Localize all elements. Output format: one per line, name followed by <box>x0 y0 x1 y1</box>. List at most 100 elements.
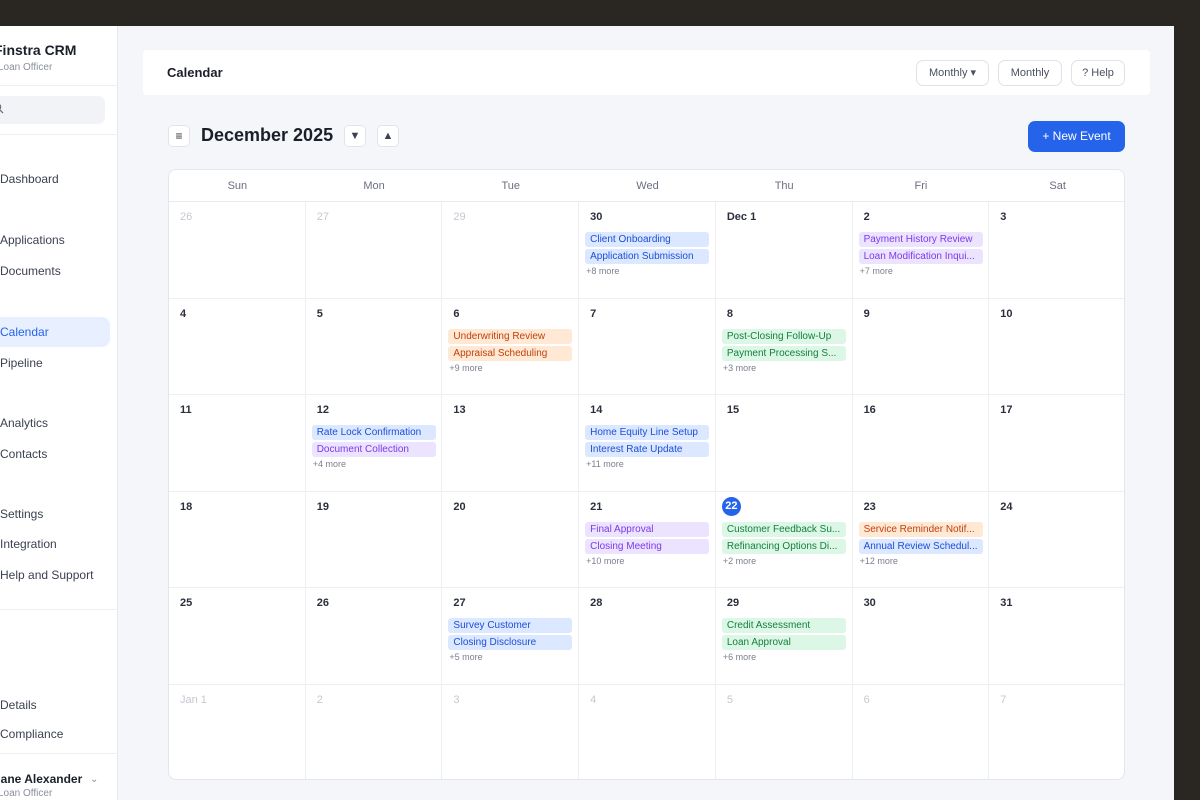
event-chip[interactable]: Closing Disclosure <box>448 635 573 650</box>
day-number: 4 <box>180 307 187 320</box>
user-profile[interactable]: Jane Alexander Loan Officer ⌄ <box>0 762 118 800</box>
more-events-link[interactable]: +9 more <box>449 363 482 373</box>
day-cell[interactable]: 7 <box>579 298 716 395</box>
event-chip[interactable]: Closing Meeting <box>585 538 710 554</box>
more-events-link[interactable]: +4 more <box>313 459 346 469</box>
more-events-link[interactable]: +2 more <box>723 556 756 566</box>
day-cell[interactable]: 28 <box>579 588 716 685</box>
day-cell[interactable]: 3 <box>442 684 580 779</box>
event-chip[interactable]: Rate Lock Confirmation <box>311 425 436 440</box>
event-chip[interactable]: Loan Approval <box>721 635 846 650</box>
event-chip[interactable]: Appraisal Scheduling <box>448 345 573 361</box>
day-cell[interactable]: Jan 1 <box>169 684 306 779</box>
menu-icon[interactable]: ≡ <box>168 125 190 147</box>
event-chip[interactable]: Document Collection <box>311 442 436 457</box>
day-cell[interactable]: Dec 1 <box>715 202 853 299</box>
day-cell[interactable]: 3 <box>989 202 1124 299</box>
day-cell[interactable]: 15 <box>715 395 853 492</box>
day-cell[interactable]: 12 Rate Lock Confirmation Document Collect… <box>305 395 443 492</box>
more-events-link[interactable]: +12 more <box>860 556 898 566</box>
more-events-link[interactable]: +7 more <box>860 266 893 276</box>
event-chip[interactable]: Service Reminder Notif... <box>858 521 983 537</box>
chevron-down-icon[interactable]: ⌄ <box>90 774 98 785</box>
event-chip[interactable]: Interest Rate Update <box>585 442 710 457</box>
day-cell[interactable]: 21 Final Approval Closing Meeting +10 more <box>579 491 716 588</box>
sidebar-item-calendar[interactable]: Calendar <box>0 317 110 347</box>
sidebar-item-details[interactable]: Details <box>0 690 110 720</box>
sidebar-search[interactable] <box>0 96 105 124</box>
day-cell[interactable]: 10 <box>989 299 1124 395</box>
day-cell[interactable]: 23 Service Reminder Notif... Annual Review… <box>852 491 990 588</box>
day-cell[interactable]: 4 <box>169 298 306 395</box>
event-chip[interactable]: Home Equity Line Setup <box>585 425 710 440</box>
day-cell[interactable]: 6 <box>853 684 990 779</box>
day-cell[interactable]: 27 Survey Customer Closing Disclosure +5 mo… <box>442 588 580 685</box>
day-cell[interactable]: 8 Post-Closing Follow-Up Payment Processin… <box>715 298 853 395</box>
sidebar-item-integration[interactable]: Integration <box>0 529 110 559</box>
sidebar-item-analytics[interactable]: Analytics <box>0 408 110 438</box>
day-cell[interactable]: 19 <box>305 491 443 588</box>
day-cell[interactable]: 2 Payment History Review Loan Modification… <box>852 202 990 299</box>
sidebar-item-settings[interactable]: Settings <box>0 499 110 529</box>
event-chip[interactable]: Annual Review Schedul... <box>858 538 983 554</box>
view-dropdown[interactable]: Monthly ▾ <box>916 60 989 86</box>
event-chip[interactable]: Underwriting Review <box>448 328 573 344</box>
sidebar-item-documents[interactable]: Documents <box>0 256 110 286</box>
event-chip[interactable]: Refinancing Options Di... <box>721 538 846 554</box>
day-cell[interactable]: 7 <box>989 685 1124 780</box>
new-event-button[interactable]: + New Event <box>1028 121 1125 152</box>
day-cell[interactable]: 5 <box>716 684 853 779</box>
day-cell[interactable]: 9 <box>852 298 990 395</box>
day-cell[interactable]: 24 <box>989 492 1124 588</box>
day-cell[interactable]: 20 <box>442 491 580 588</box>
sidebar-item-contacts[interactable]: Contacts <box>0 439 110 469</box>
day-cell[interactable]: 26 <box>305 588 443 685</box>
next-month-button[interactable]: ▲ <box>377 125 399 147</box>
event-chip[interactable]: Post-Closing Follow-Up <box>721 328 846 344</box>
day-cell[interactable]: 29 <box>442 202 580 299</box>
event-chip[interactable]: Survey Customer <box>448 618 573 633</box>
day-cell[interactable]: 17 <box>989 395 1124 492</box>
day-cell[interactable]: 26 <box>169 202 306 299</box>
day-cell[interactable]: 2 <box>306 684 443 779</box>
more-events-link[interactable]: +3 more <box>723 363 756 373</box>
day-cell[interactable]: 29 Credit Assessment Loan Approval +6 more <box>715 588 853 685</box>
day-cell[interactable]: 27 <box>305 202 443 299</box>
more-events-link[interactable]: +10 more <box>586 556 624 566</box>
event-chip[interactable]: Customer Feedback Su... <box>721 521 846 537</box>
day-cell[interactable]: 14 Home Equity Line Setup Interest Rate Up… <box>579 395 716 492</box>
sidebar-item-dashboard[interactable]: Dashboard <box>0 164 110 194</box>
event-chip[interactable]: Payment History Review <box>858 232 983 247</box>
day-cell[interactable]: 22 Customer Feedback Su... Refinancing Opt… <box>715 491 853 588</box>
sidebar-item-applications[interactable]: Applications <box>0 225 110 255</box>
event-chip[interactable]: Credit Assessment <box>721 618 846 633</box>
day-cell[interactable]: 11 <box>169 395 306 492</box>
day-cell[interactable]: 4 <box>579 684 716 779</box>
day-cell[interactable]: 5 <box>305 298 443 395</box>
more-events-link[interactable]: +11 more <box>586 459 624 469</box>
more-events-link[interactable]: +8 more <box>586 266 619 276</box>
sidebar-item-compliance[interactable]: Compliance <box>0 719 110 749</box>
day-cell[interactable]: 13 <box>442 395 580 492</box>
event-chip[interactable]: Client Onboarding <box>585 232 710 247</box>
day-cell[interactable]: 6 Underwriting Review Appraisal Scheduling… <box>442 298 580 395</box>
day-number: 3 <box>453 693 460 706</box>
event-chip[interactable]: Final Approval <box>585 521 710 537</box>
help-button[interactable]: ? Help <box>1071 60 1125 86</box>
more-events-link[interactable]: +6 more <box>723 652 756 662</box>
prev-month-button[interactable]: ▼ <box>344 125 366 147</box>
event-chip[interactable]: Loan Modification Inqui... <box>858 249 983 264</box>
day-cell[interactable]: 25 <box>169 588 306 685</box>
monthly-button[interactable]: Monthly <box>998 60 1062 86</box>
day-cell[interactable]: 16 <box>852 395 990 492</box>
sidebar-item-pipeline[interactable]: Pipeline <box>0 348 110 378</box>
day-cell[interactable]: 30 <box>852 588 990 685</box>
sidebar-item-help-and-support[interactable]: Help and Support <box>0 560 110 590</box>
event-chip[interactable]: Payment Processing S... <box>721 345 846 361</box>
day-number: 8 <box>726 307 733 320</box>
day-cell[interactable]: 30 Client Onboarding Application Submissio… <box>579 202 716 299</box>
event-chip[interactable]: Application Submission <box>585 249 710 264</box>
day-cell[interactable]: 18 <box>169 491 306 588</box>
day-cell[interactable]: 31 <box>989 588 1124 685</box>
more-events-link[interactable]: +5 more <box>449 652 482 662</box>
